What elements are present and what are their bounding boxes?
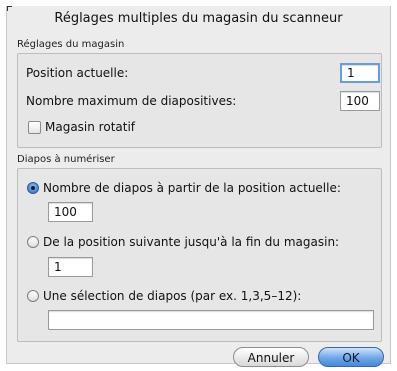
count-from-current-label: Nombre de diapos à partir de la position…: [43, 181, 341, 195]
rotary-magazine-checkbox[interactable]: [28, 121, 41, 134]
count-from-current-radio[interactable]: [27, 182, 39, 194]
slides-to-scan-label: Diapos à numériser: [17, 154, 115, 165]
current-position-field[interactable]: 1: [340, 63, 380, 83]
selection-field[interactable]: [48, 310, 374, 330]
dialog-window: Réglages multiples du magasin du scanneu…: [6, 6, 391, 367]
magazine-settings-group: Position actuelle: 1 Nombre maximum de d…: [17, 53, 382, 148]
selection-radio[interactable]: [27, 290, 39, 302]
dialog-title: Réglages multiples du magasin du scanneu…: [54, 11, 343, 26]
current-position-label: Position actuelle:: [26, 66, 129, 80]
next-to-end-label: De la position suivante jusqu'à la fin d…: [43, 235, 340, 249]
slides-to-scan-group: Nombre de diapos à partir de la position…: [17, 168, 382, 342]
next-to-end-field[interactable]: 1: [48, 257, 93, 277]
rotary-magazine-label: Magasin rotatif: [45, 120, 136, 134]
max-slides-field[interactable]: 100: [340, 91, 380, 111]
selection-label: Une sélection de diapos (par ex. 1,3,5–1…: [43, 289, 302, 303]
count-from-current-field[interactable]: 100: [48, 202, 93, 222]
next-to-end-radio[interactable]: [27, 236, 39, 248]
cancel-button[interactable]: Annuler: [233, 347, 309, 367]
max-slides-label: Nombre maximum de diapositives:: [26, 94, 237, 108]
magazine-settings-label: Réglages du magasin: [17, 39, 125, 50]
ok-button[interactable]: OK: [318, 347, 384, 367]
